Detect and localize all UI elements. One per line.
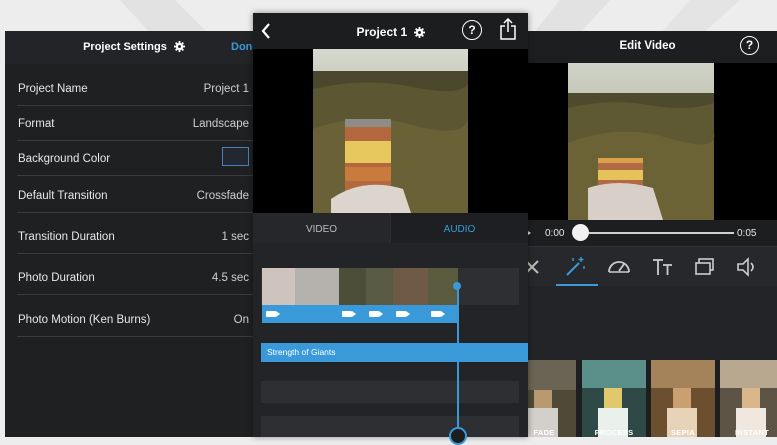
filter-label: SEPIA xyxy=(670,428,695,437)
filter-label: PROCESS xyxy=(594,428,634,437)
filter-area-spacer xyxy=(518,286,777,360)
scrub-track[interactable] xyxy=(576,232,734,234)
audio-track-label: Strength of Giants xyxy=(267,347,336,357)
edit-video-title: Edit Video xyxy=(619,40,676,52)
empty-track xyxy=(261,416,519,437)
volume-icon[interactable] xyxy=(734,255,760,279)
setting-value: 1 sec xyxy=(221,231,250,243)
text-icon[interactable] xyxy=(650,255,676,279)
playhead-marker xyxy=(453,282,461,290)
video-camera-icon xyxy=(266,311,280,317)
magic-wand-icon[interactable] xyxy=(562,255,588,279)
media-tabs: VIDEO AUDIO xyxy=(253,213,528,243)
setting-value: Project 1 xyxy=(203,83,249,95)
time-end: 0:05 xyxy=(737,228,757,239)
setting-label: Default Transition xyxy=(18,190,108,202)
setting-photo-motion[interactable]: Photo Motion (Ken Burns) On xyxy=(17,300,263,337)
setting-label: Background Color xyxy=(18,153,111,165)
setting-label: Photo Duration xyxy=(18,272,95,284)
background-color-swatch[interactable] xyxy=(222,147,249,166)
help-icon[interactable]: ? xyxy=(462,20,482,40)
setting-value: Landscape xyxy=(192,118,249,130)
project-settings-screen: Project Settings Done Project Name Proje… xyxy=(5,31,263,437)
filter-thumbnail xyxy=(720,360,777,437)
filter-process[interactable]: PROCESS xyxy=(582,360,646,437)
filter-instant[interactable]: INSTANT xyxy=(720,360,777,437)
video-camera-icon xyxy=(369,311,383,317)
setting-project-name[interactable]: Project Name Project 1 xyxy=(17,69,263,106)
filter-thumbnail xyxy=(582,360,646,437)
project-timeline-screen: Project 1 ? VIDEO AUDIO xyxy=(253,13,528,437)
share-icon[interactable] xyxy=(500,17,516,45)
setting-label: Format xyxy=(18,118,55,130)
setting-background-color[interactable]: Background Color xyxy=(17,139,263,176)
setting-label: Transition Duration xyxy=(18,231,115,243)
video-camera-icon xyxy=(342,311,356,317)
edit-toolbar xyxy=(518,246,777,287)
filter-label: INSTANT xyxy=(734,428,770,437)
settings-title: Project Settings xyxy=(5,41,263,55)
project-title[interactable]: Project 1 xyxy=(253,25,528,41)
tab-audio[interactable]: AUDIO xyxy=(391,213,528,243)
preview-photo xyxy=(568,63,715,220)
edit-video-header: Edit Video ? xyxy=(518,31,777,63)
setting-value: On xyxy=(233,314,249,326)
gear-icon xyxy=(413,27,425,41)
video-clip-bar[interactable] xyxy=(262,305,458,323)
video-preview xyxy=(253,49,528,213)
setting-format[interactable]: Format Landscape xyxy=(17,104,263,141)
speed-gauge-icon[interactable] xyxy=(606,255,632,279)
tab-video[interactable]: VIDEO xyxy=(253,213,390,243)
playhead-handle[interactable] xyxy=(449,427,467,445)
setting-label: Photo Motion (Ken Burns) xyxy=(18,314,151,326)
scrubber: 0:00 0:05 xyxy=(518,220,777,246)
edit-video-screen: Edit Video ? 0:00 0:05 FADE PROCESS SEPI… xyxy=(518,31,777,437)
setting-photo-duration[interactable]: Photo Duration 4.5 sec xyxy=(17,258,263,295)
time-start: 0:00 xyxy=(545,228,565,239)
setting-value: Crossfade xyxy=(196,190,249,202)
filter-thumbnail xyxy=(651,360,715,437)
audio-track-clip[interactable]: Strength of Giants xyxy=(261,343,528,362)
setting-label: Project Name xyxy=(18,83,88,95)
setting-value: 4.5 sec xyxy=(211,272,249,284)
video-camera-icon xyxy=(431,311,445,317)
setting-default-transition[interactable]: Default Transition Crossfade xyxy=(17,176,263,213)
help-icon[interactable]: ? xyxy=(740,36,759,55)
clip-thumbnail[interactable] xyxy=(262,268,295,305)
empty-track xyxy=(261,381,519,403)
preview-photo xyxy=(313,49,468,213)
setting-transition-duration[interactable]: Transition Duration 1 sec xyxy=(17,217,263,254)
scrub-handle[interactable] xyxy=(572,224,589,241)
clip-thumbnail[interactable] xyxy=(393,268,428,305)
video-camera-icon xyxy=(396,311,410,317)
playhead-line xyxy=(457,286,459,437)
gear-icon xyxy=(173,41,185,55)
video-preview xyxy=(518,63,777,220)
project-header: Project 1 ? xyxy=(253,13,528,49)
clip-thumbnail[interactable] xyxy=(295,268,339,305)
clip-thumbnail[interactable] xyxy=(366,268,393,305)
clip-thumbnail[interactable] xyxy=(339,268,366,305)
settings-header: Project Settings Done xyxy=(5,31,263,64)
overlay-icon[interactable] xyxy=(692,255,718,279)
filter-sepia[interactable]: SEPIA xyxy=(651,360,715,437)
